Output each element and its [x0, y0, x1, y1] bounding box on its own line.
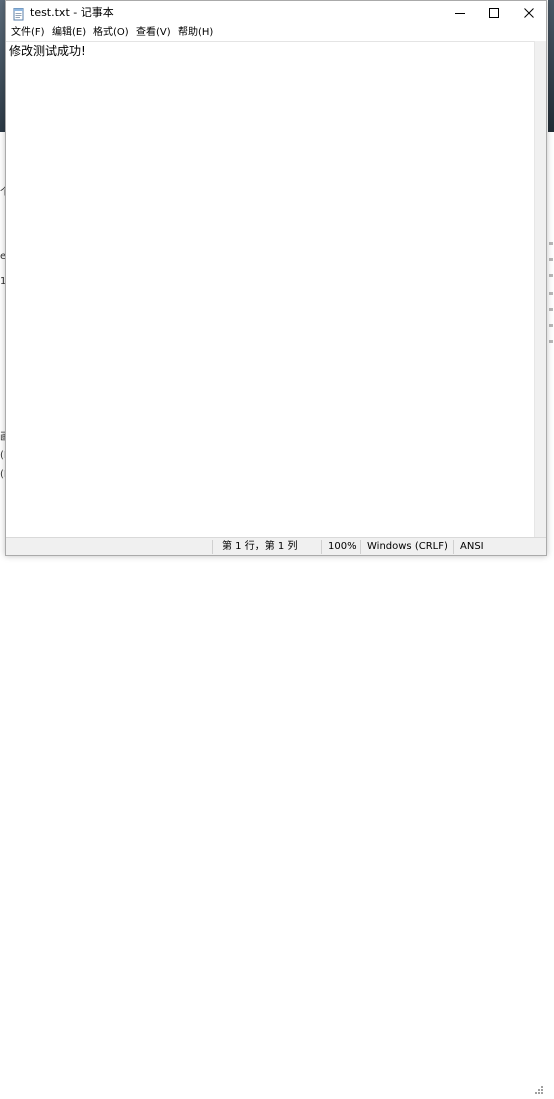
status-separator [453, 540, 454, 554]
background-dark-strip [548, 0, 554, 132]
background-mark [549, 242, 553, 245]
status-line-ending: Windows (CRLF) [367, 541, 448, 552]
resize-grip-icon[interactable] [534, 1080, 544, 1094]
status-bar: 第 1 行，第 1 列 100% Windows (CRLF) ANSI [6, 537, 546, 1094]
status-separator [321, 540, 322, 554]
window-title: test.txt - 记事本 [30, 6, 114, 19]
maximize-button[interactable] [477, 1, 511, 25]
status-encoding: ANSI [460, 541, 484, 552]
maximize-icon [489, 8, 499, 18]
menu-help[interactable]: 帮助(H) [178, 26, 213, 40]
menu-file[interactable]: 文件(F) [11, 26, 45, 40]
vertical-scrollbar[interactable] [534, 41, 546, 537]
status-separator [360, 540, 361, 554]
status-cursor-position: 第 1 行，第 1 列 [222, 541, 298, 552]
status-zoom: 100% [328, 541, 357, 552]
menu-format[interactable]: 格式(O) [93, 26, 129, 40]
background-mark [549, 340, 553, 343]
status-separator [212, 540, 213, 554]
background-mark [549, 308, 553, 311]
notepad-file-icon [13, 6, 25, 21]
background-mark [549, 292, 553, 295]
editor-content: 修改测试成功! [9, 44, 86, 58]
text-editor-area[interactable]: 修改测试成功! [6, 41, 534, 537]
minimize-button[interactable] [443, 1, 477, 25]
background-right-edge [548, 0, 554, 561]
menu-bar: 文件(F) 编辑(E) 格式(O) 查看(V) 帮助(H) [6, 25, 546, 41]
menu-view[interactable]: 查看(V) [136, 26, 171, 40]
notepad-window: test.txt - 记事本 文件(F) 编辑(E) 格式(O) 查看(V) 帮… [5, 0, 547, 1094]
minimize-icon [455, 13, 465, 14]
close-icon [524, 8, 534, 18]
background-mark [549, 324, 553, 327]
background-mark [549, 274, 553, 277]
close-button[interactable] [512, 1, 546, 25]
background-mark [549, 258, 553, 261]
title-bar[interactable]: test.txt - 记事本 [6, 1, 546, 25]
menu-edit[interactable]: 编辑(E) [52, 26, 86, 40]
